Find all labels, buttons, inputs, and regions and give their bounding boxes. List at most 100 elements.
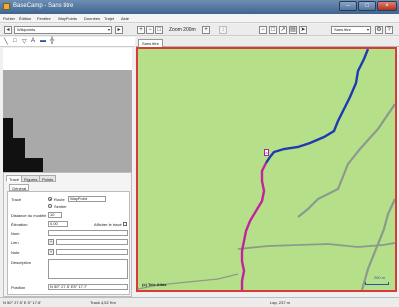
menu-item-waypoints[interactable]: WayPoints: [58, 16, 77, 21]
type-option-trail: Sentier: [54, 204, 67, 209]
show-route-checkbox[interactable]: [123, 222, 127, 226]
tab-map[interactable]: Sans titre: [138, 39, 163, 47]
overview-block: [3, 118, 13, 138]
chevron-down-icon: ▾: [366, 27, 369, 32]
minus-icon[interactable]: −: [259, 26, 267, 34]
scale-bar: [365, 282, 389, 285]
type-label: Tracé: [11, 197, 22, 202]
close-button[interactable]: ×: [377, 1, 397, 11]
cursor-icon[interactable]: ➤: [299, 26, 307, 34]
elevation-label: Élévation: [11, 222, 28, 227]
tab-general[interactable]: Général: [9, 184, 30, 191]
chevron-down-icon: ▾: [107, 27, 110, 32]
zoom-level: Zoom 200m: [169, 27, 196, 33]
settings-icon[interactable]: ⚙: [375, 26, 383, 34]
text-icon[interactable]: A: [31, 38, 35, 44]
track-blue: [265, 49, 370, 164]
collection-select[interactable]: Wikipoints ▾: [14, 26, 112, 34]
tab-points[interactable]: Points: [39, 175, 57, 182]
pan-icon[interactable]: ↕: [219, 26, 227, 34]
map-attribution: (c) Tele Atlas: [142, 282, 167, 287]
minimize-button[interactable]: –: [339, 1, 357, 11]
overview-pane: [3, 70, 132, 172]
distance-field[interactable]: 10: [48, 212, 62, 218]
description-field[interactable]: [48, 259, 128, 279]
tab-route[interactable]: Tracé: [6, 175, 23, 182]
waypoint-marker[interactable]: a: [264, 149, 269, 156]
maximize-button[interactable]: □: [358, 1, 376, 11]
link-field[interactable]: [56, 239, 128, 245]
map-select-value: Sans titre: [334, 27, 351, 32]
distance-label: Distance du modèle: [11, 213, 47, 218]
line-icon[interactable]: ╲: [4, 38, 8, 45]
scale-label: 200 m: [373, 275, 385, 280]
overview-block: [3, 138, 25, 158]
window-title: BaseCamp - Sans titre: [13, 3, 74, 9]
properties-panel: Tracé Figures Points Général Tracé Route…: [3, 172, 132, 297]
overview-block: [3, 158, 43, 172]
zoom-out-icon[interactable]: −: [146, 26, 154, 34]
link-label: Lien: [11, 240, 19, 245]
drawing-tools: ╲ □ ▽ A ▬ ╬: [0, 37, 135, 47]
collection-select-value: Wikipoints: [17, 27, 36, 32]
grid-icon[interactable]: ╬: [50, 38, 54, 44]
status-coordinates: N 50° 27.5' E 5° 17.6': [3, 300, 42, 305]
note-button[interactable]: +: [48, 249, 54, 255]
link-button[interactable]: +: [48, 239, 54, 245]
arrow-left-icon[interactable]: ◂: [4, 26, 12, 34]
note-label: Note: [11, 250, 20, 255]
note-field[interactable]: [56, 249, 128, 255]
menu-item-file[interactable]: Fichier: [3, 16, 15, 21]
select-icon[interactable]: □: [269, 26, 277, 34]
menu-item-help[interactable]: Aide: [121, 16, 129, 21]
arrow-right-icon[interactable]: ▸: [115, 26, 123, 34]
menu-item-route[interactable]: Trajet: [104, 16, 114, 21]
map-toolbar: + − □ Zoom 200m + ↕ − □ ↗ ▤ ➤ Sans titre…: [135, 24, 399, 36]
fill-icon[interactable]: ▬: [40, 38, 46, 44]
type-radio-trail[interactable]: [48, 204, 52, 208]
elevation-value: 0,00: [50, 221, 58, 226]
basecamp-window: BaseCamp - Sans titre – □ × Fichier Édit…: [0, 0, 399, 307]
tab-figures[interactable]: Figures: [21, 175, 41, 182]
zoom-fit-icon[interactable]: □: [155, 26, 163, 34]
properties-form: Tracé Route WayPoint Sentier Distance du…: [7, 191, 130, 295]
map-view[interactable]: a (c) Tele Atlas 200 m: [136, 47, 397, 292]
type-select[interactable]: WayPoint: [68, 196, 106, 202]
map-tab-bar: Sans titre: [136, 37, 399, 47]
road-lower: [237, 242, 395, 250]
measure-icon[interactable]: ↗: [279, 26, 287, 34]
status-bar: N 50° 27.5' E 5° 17.6' Track 4,52 Km Lap…: [0, 297, 399, 307]
road-upper: [297, 103, 395, 218]
menu-item-edit[interactable]: Édition: [19, 16, 31, 21]
add-icon[interactable]: +: [202, 26, 210, 34]
elevation-field[interactable]: 0,00: [48, 221, 68, 227]
show-route-label: Afficher le tracé: [94, 222, 122, 227]
track-pink: [240, 162, 268, 290]
title-bar: BaseCamp - Sans titre – □ ×: [0, 0, 399, 14]
triangle-icon[interactable]: ▽: [22, 38, 27, 45]
app-logo-icon: [3, 3, 10, 10]
type-radio-route[interactable]: [48, 197, 52, 201]
name-label: Nom: [11, 231, 20, 236]
description-label: Description: [11, 260, 32, 265]
menu-bar: Fichier Édition Fenêtre WayPoints Donnée…: [0, 14, 399, 23]
name-field[interactable]: [48, 230, 128, 236]
rectangle-icon[interactable]: □: [13, 38, 17, 44]
layers-icon[interactable]: ▤: [289, 26, 297, 34]
left-toolbar: ◂ Wikipoints ▾ ▸: [0, 24, 135, 36]
map-canvas[interactable]: [138, 49, 395, 290]
position-field[interactable]: N 50° 27.5' E5° 17.7': [48, 284, 128, 290]
type-option-route: Route: [54, 197, 65, 202]
collection-list[interactable]: [3, 48, 132, 70]
position-value: N 50° 27.5' E5° 17.7': [50, 284, 87, 289]
distance-value: 10: [50, 212, 55, 217]
type-select-value: WayPoint: [70, 196, 87, 201]
help-icon[interactable]: ?: [385, 26, 393, 34]
menu-item-data[interactable]: Données: [84, 16, 100, 21]
status-section: Lap, 237 m: [270, 300, 291, 305]
position-label: Position: [11, 285, 26, 290]
status-track-length: Track 4,52 Km: [90, 300, 116, 305]
menu-item-window[interactable]: Fenêtre: [37, 16, 51, 21]
zoom-in-icon[interactable]: +: [137, 26, 145, 34]
map-select[interactable]: Sans titre ▾: [331, 26, 371, 34]
